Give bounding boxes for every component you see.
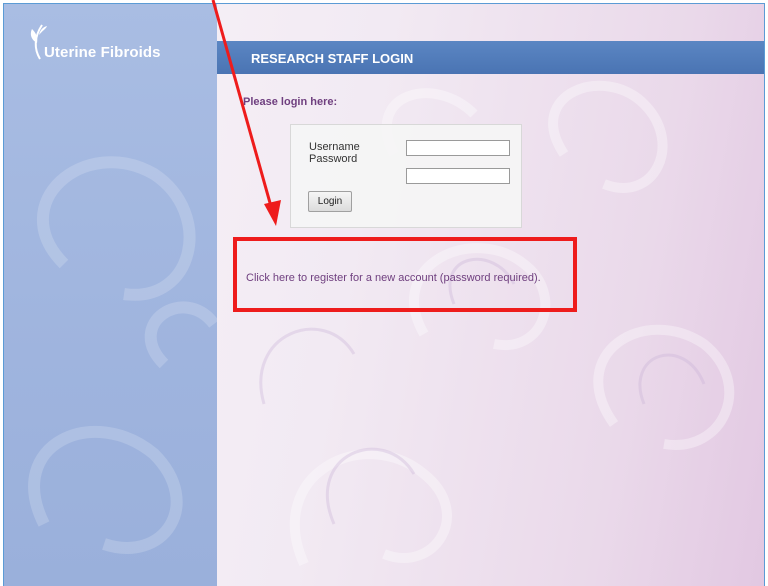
username-input[interactable]	[406, 140, 510, 156]
sidebar	[4, 4, 219, 586]
login-prompt: Please login here:	[243, 96, 338, 108]
username-label: Username	[309, 141, 360, 153]
page-title: RESEARCH STAFF LOGIN	[251, 51, 414, 66]
annotation-highlight-box	[233, 237, 577, 312]
password-label: Password	[309, 153, 358, 165]
login-button[interactable]: Login	[308, 191, 352, 212]
login-form: Username Password Login	[290, 124, 522, 228]
sidebar-swirl-pattern	[28, 156, 219, 554]
logo[interactable]: Uterine Fibroids	[4, 4, 217, 68]
logo-text: Uterine Fibroids	[44, 44, 161, 61]
header-bar: RESEARCH STAFF LOGIN	[217, 41, 764, 74]
password-input[interactable]	[406, 168, 510, 184]
